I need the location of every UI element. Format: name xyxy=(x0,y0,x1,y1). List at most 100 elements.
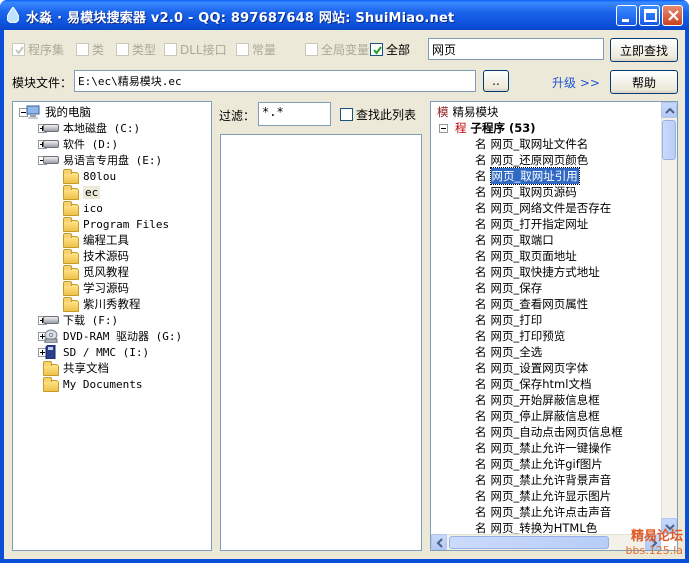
tree-node[interactable]: Program Files xyxy=(63,216,169,232)
result-item[interactable]: 名网页_打印预览 xyxy=(475,328,565,344)
tree-node[interactable]: 软件 (D:) xyxy=(43,136,118,152)
tree-node-label: 技术源码 xyxy=(83,249,129,263)
tree-node[interactable]: DVD-RAM 驱动器 (G:) xyxy=(43,328,182,344)
file-list[interactable] xyxy=(220,134,422,551)
filter-checkbox-4[interactable]: 常量 xyxy=(236,42,276,57)
upgrade-link[interactable]: 升级 >> xyxy=(552,74,600,91)
result-item[interactable]: 名网页_网络文件是否存在 xyxy=(475,200,611,216)
maximize-icon xyxy=(644,9,657,22)
search-button[interactable]: 立即查找 xyxy=(610,38,678,62)
filter-checkbox-label: 常量 xyxy=(252,43,277,57)
folder-tree[interactable]: 我的电脑 本地磁盘 (C:) 软件 (D:) 易语言专用盘 (E:) 80lou ec ic… xyxy=(12,101,212,551)
name-tag: 名 xyxy=(475,313,487,327)
tree-node[interactable]: 技术源码 xyxy=(63,248,129,264)
result-item[interactable]: 名网页_自动点击网页信息框 xyxy=(475,424,623,440)
tree-node[interactable]: 80lou xyxy=(63,168,116,184)
tree-node-label: ico xyxy=(83,201,103,215)
result-item[interactable]: 名网页_取页面地址 xyxy=(475,248,577,264)
title-bar[interactable]: 水淼 · 易模块搜索器 v2.0 - QQ: 897687648 网站: Shu… xyxy=(0,0,689,30)
name-tag: 名 xyxy=(475,153,487,167)
tree-node[interactable]: ec xyxy=(63,184,101,200)
result-item[interactable]: 名网页_取网页源码 xyxy=(475,184,577,200)
scroll-left-button[interactable] xyxy=(431,534,447,550)
results-vertical-scrollbar[interactable] xyxy=(661,102,677,534)
tree-node[interactable]: 编程工具 xyxy=(63,232,129,248)
scroll-thumb[interactable] xyxy=(662,120,676,160)
expand-toggle-minus-icon[interactable] xyxy=(439,124,448,133)
tree-node[interactable]: 本地磁盘 (C:) xyxy=(43,120,140,136)
tree-node[interactable]: 共享文档 xyxy=(43,360,109,376)
result-item-label: 网页_打印 xyxy=(490,313,543,327)
folder-icon xyxy=(43,361,59,376)
name-tag: 名 xyxy=(475,409,487,423)
close-button[interactable] xyxy=(662,5,683,26)
tree-node-label: 易语言专用盘 (E:) xyxy=(63,154,163,167)
filter-checkbox-5[interactable]: 全局变量 xyxy=(305,42,369,57)
results-group-node[interactable]: 程子程序 (53) xyxy=(455,120,536,136)
name-tag: 名 xyxy=(475,201,487,215)
result-item[interactable]: 名网页_设置网页字体 xyxy=(475,360,588,376)
tree-node[interactable]: SD / MMC (I:) xyxy=(43,344,149,360)
result-item[interactable]: 名网页_全选 xyxy=(475,344,542,360)
result-item[interactable]: 名网页_保存 xyxy=(475,280,542,296)
result-item[interactable]: 名网页_取网址文件名 xyxy=(475,136,588,152)
browse-button[interactable]: .. xyxy=(483,70,509,92)
search-input[interactable]: 网页 xyxy=(428,38,604,60)
module-path-input[interactable]: E:\ec\精易模块.ec xyxy=(74,70,476,92)
result-item[interactable]: 名网页_禁止允许一键操作 xyxy=(475,440,611,456)
result-item[interactable]: 名网页_禁止允许点击声音 xyxy=(475,504,611,520)
filter-checkbox-3[interactable]: DLL接口 xyxy=(164,42,227,57)
name-tag: 名 xyxy=(475,329,487,343)
result-item-label: 网页_禁止允许gif图片 xyxy=(490,457,603,471)
results-root-node[interactable]: 模精易模块 xyxy=(437,104,499,120)
tree-node[interactable]: 紫川秀教程 xyxy=(63,296,141,312)
tree-node-label: 80lou xyxy=(83,169,117,183)
filter-checkbox-2[interactable]: 类型 xyxy=(116,42,156,57)
forum-watermark: 精易论坛 bbs.125.la xyxy=(626,525,683,557)
sd-icon xyxy=(43,344,59,360)
tree-node[interactable]: My Documents xyxy=(43,376,142,392)
result-item[interactable]: 名网页_停止屏蔽信息框 xyxy=(475,408,600,424)
result-item[interactable]: 名网页_查看网页属性 xyxy=(475,296,588,312)
result-item-label: 网页_取网页源码 xyxy=(490,185,577,199)
result-item[interactable]: 名网页_保存html文档 xyxy=(475,376,591,392)
result-item-label: 网页_查看网页属性 xyxy=(490,297,589,311)
hscroll-thumb[interactable] xyxy=(449,536,609,549)
result-item[interactable]: 名网页_禁止允许显示图片 xyxy=(475,488,611,504)
result-item[interactable]: 名网页_取网址引用 xyxy=(475,167,580,185)
result-item[interactable]: 名网页_打印 xyxy=(475,312,542,328)
minimize-button[interactable] xyxy=(616,5,637,26)
tree-node[interactable]: 觅风教程 xyxy=(63,264,129,280)
filter-checkbox-1[interactable]: 类 xyxy=(76,42,104,57)
scroll-up-button[interactable] xyxy=(661,102,677,118)
tree-node-label: 软件 (D:) xyxy=(63,138,119,151)
tree-node[interactable]: ico xyxy=(63,200,103,216)
name-tag: 名 xyxy=(475,137,487,151)
result-item[interactable]: 名网页_禁止允许gif图片 xyxy=(475,456,603,472)
tree-node[interactable]: 下载 (F:) xyxy=(43,312,118,328)
result-item[interactable]: 名网页_打开指定网址 xyxy=(475,216,588,232)
result-item[interactable]: 名网页_还原网页颜色 xyxy=(475,152,588,168)
result-item[interactable]: 名网页_开始屏蔽信息框 xyxy=(475,392,600,408)
drive-icon xyxy=(43,313,59,327)
search-list-checkbox[interactable]: 查找此列表 xyxy=(340,107,416,122)
result-item[interactable]: 名网页_取端口 xyxy=(475,232,554,248)
folder-icon xyxy=(63,169,79,184)
tree-node-label: 学习源码 xyxy=(83,281,129,295)
filter-checkbox-6[interactable]: 全部 xyxy=(370,42,410,57)
tree-node-label: My Documents xyxy=(63,377,143,391)
result-item-label: 网页_取端口 xyxy=(490,233,554,247)
result-item[interactable]: 名网页_取快捷方式地址 xyxy=(475,264,600,280)
result-item-label: 网页_设置网页字体 xyxy=(490,361,589,375)
result-item[interactable]: 名网页_禁止允许背景声音 xyxy=(475,472,611,488)
filter-input[interactable]: *.* xyxy=(258,102,331,126)
results-tree[interactable]: 模精易模块程子程序 (53) 名网页_取网址文件名名网页_还原网页颜色名网页_取网… xyxy=(430,101,678,551)
filter-checkbox-0[interactable]: 程序集 xyxy=(12,42,64,57)
maximize-button[interactable] xyxy=(639,5,660,26)
tree-node[interactable]: 易语言专用盘 (E:) xyxy=(43,152,162,168)
result-item-label: 网页_取页面地址 xyxy=(490,249,577,263)
tree-node[interactable]: 学习源码 xyxy=(63,280,129,296)
help-button[interactable]: 帮助 xyxy=(610,70,678,94)
tree-node-label: SD / MMC (I:) xyxy=(63,345,150,359)
tree-node[interactable]: 我的电脑 xyxy=(25,104,91,120)
